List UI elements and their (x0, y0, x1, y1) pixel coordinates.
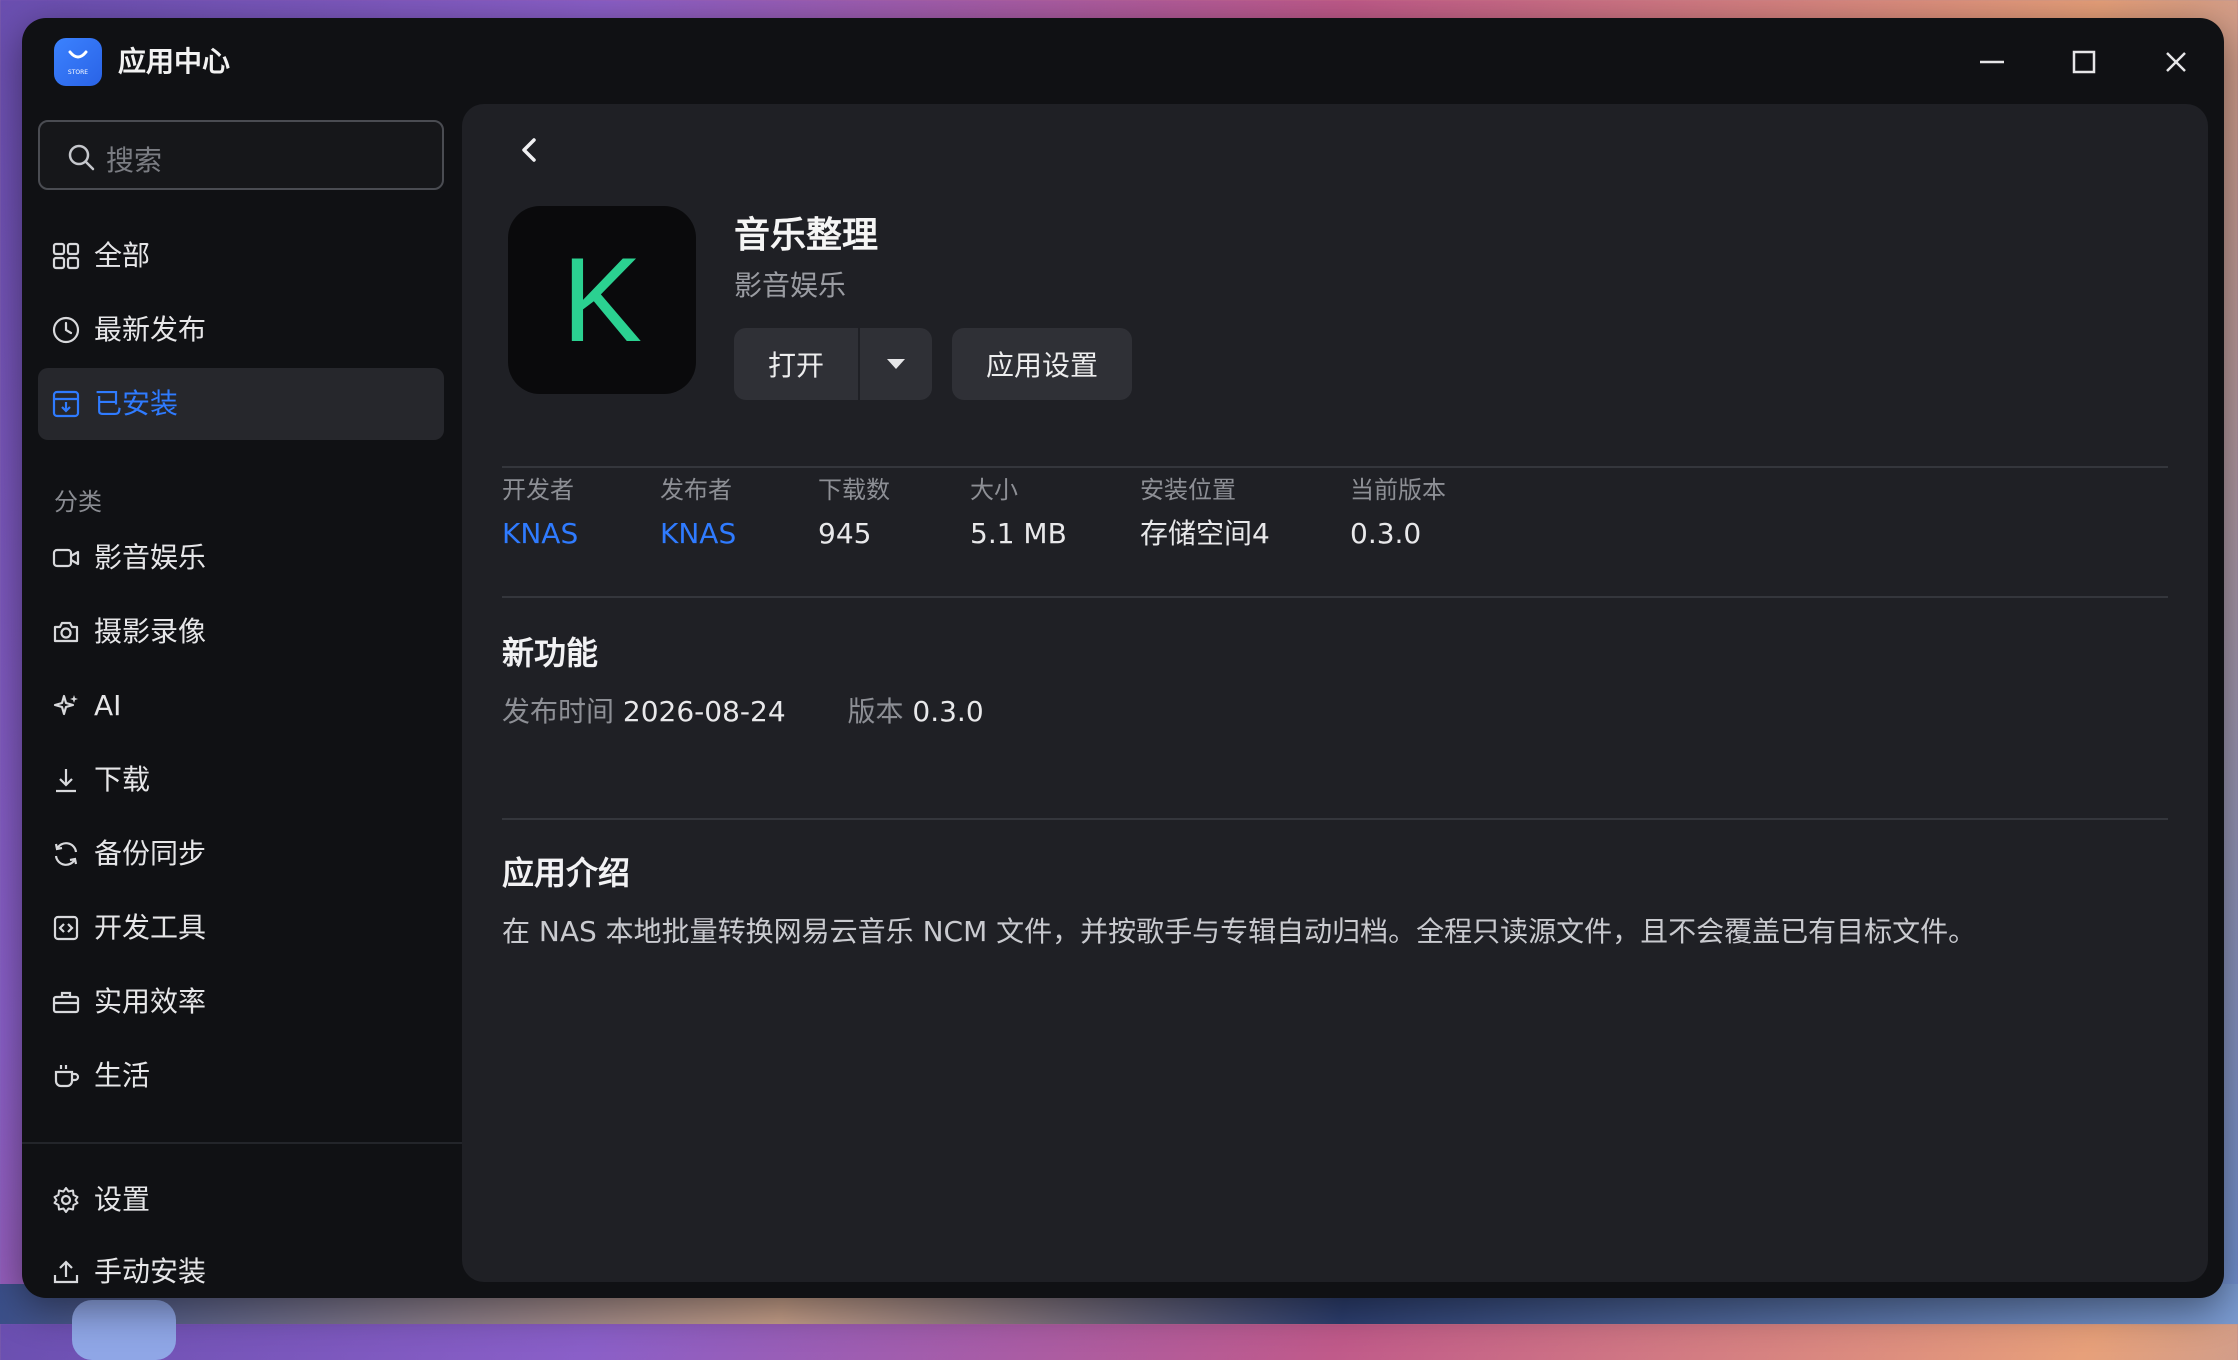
version-label: 版本 (847, 695, 904, 728)
manual-install-label: 手动安装 (94, 1255, 207, 1288)
nav-item-latest[interactable]: 最新发布 (38, 294, 444, 366)
category-label: AI (94, 689, 122, 722)
category-item-photo[interactable]: 摄影录像 (38, 596, 444, 668)
window-title: 应用中心 (118, 45, 231, 78)
upload-icon (53, 1260, 79, 1284)
app-name: 音乐整理 (734, 215, 879, 256)
cup-icon (54, 1065, 80, 1088)
category-label: 下载 (94, 763, 151, 796)
installed-icon (52, 390, 80, 418)
meta-value: 存储空间4 (1140, 517, 1270, 550)
category-item-ai[interactable]: AI (38, 670, 444, 742)
app-icon: K (508, 206, 696, 394)
meta-key: 大小 (970, 476, 1018, 504)
maximize-button[interactable] (2064, 42, 2104, 82)
sparkle-icon (53, 694, 78, 716)
category-item-life[interactable]: 生活 (38, 1040, 444, 1112)
version-value: 0.3.0 (912, 695, 984, 728)
app-settings-button[interactable]: 应用设置 (952, 328, 1132, 400)
meta-current-version: 当前版本 0.3.0 (1350, 474, 1446, 552)
gear-icon (53, 1187, 79, 1213)
app-category: 影音娱乐 (734, 269, 847, 302)
minimize-icon (1980, 60, 2004, 64)
video-icon (52, 548, 80, 568)
sync-icon (54, 842, 78, 866)
release-time-label: 发布时间 (502, 695, 615, 728)
category-item-backup[interactable]: 备份同步 (38, 818, 444, 890)
category-label: 影音娱乐 (94, 541, 207, 574)
toolbox-icon (52, 991, 80, 1014)
divider (502, 596, 2168, 598)
settings-label: 设置 (94, 1183, 151, 1216)
grid-icon (52, 242, 80, 270)
maximize-icon (2072, 50, 2096, 74)
category-label: 备份同步 (94, 837, 207, 870)
meta-developer: 开发者 KNAS (502, 474, 578, 552)
logo-text: STORE (68, 69, 88, 76)
open-button[interactable]: 打开 (734, 328, 858, 400)
category-section-label: 分类 (54, 488, 102, 516)
divider (502, 818, 2168, 820)
nav-label: 已安装 (94, 387, 179, 420)
meta-key: 安装位置 (1140, 476, 1236, 504)
store-logo-icon: STORE (54, 38, 102, 86)
nav-label: 最新发布 (94, 313, 207, 346)
meta-key: 发布者 (660, 476, 732, 504)
minimize-button[interactable] (1972, 42, 2012, 82)
whats-new-title: 新功能 (502, 634, 599, 672)
camera-icon (53, 621, 79, 643)
sidebar-item-manual-install[interactable]: 手动安装 (38, 1236, 444, 1298)
meta-key: 下载数 (818, 476, 890, 504)
meta-key: 开发者 (502, 476, 574, 504)
meta-publisher: 发布者 KNAS (660, 474, 736, 552)
app-detail-panel: K 音乐整理 影音娱乐 打开 应用设置 开发者 KNAS 发布者 KNAS 下载… (462, 104, 2208, 1282)
download-icon (56, 769, 76, 793)
meta-install-location: 安装位置 存储空间4 (1140, 474, 1270, 552)
desktop-app-icon[interactable] (72, 1300, 176, 1360)
nav-item-installed[interactable]: 已安装 (38, 368, 444, 440)
close-button[interactable] (2156, 42, 2196, 82)
release-time: 2026-08-24 (622, 695, 786, 728)
code-icon (53, 915, 79, 941)
meta-downloads: 下载数 945 (818, 474, 890, 552)
category-label: 摄影录像 (94, 615, 207, 648)
nav-item-all[interactable]: 全部 (38, 220, 444, 292)
chevron-left-icon (522, 138, 536, 162)
open-button-group: 打开 (734, 328, 932, 400)
search-input[interactable]: 搜索 (38, 120, 444, 190)
search-placeholder: 搜索 (106, 144, 163, 177)
app-center-window: STORE 应用中心 搜索 全部 最新发布 已安装 分类 影音娱乐 摄影录像 A… (22, 18, 2224, 1298)
search-icon (68, 144, 95, 171)
close-icon (2166, 52, 2186, 72)
category-item-media[interactable]: 影音娱乐 (38, 522, 444, 594)
divider (502, 466, 2168, 468)
open-options-dropdown[interactable] (860, 328, 932, 400)
intro-text: 在 NAS 本地批量转换网易云音乐 NCM 文件，并按歌手与专辑自动归档。全程只… (502, 915, 1977, 948)
intro-title: 应用介绍 (502, 854, 631, 892)
category-label: 开发工具 (94, 911, 207, 944)
title-bar: STORE 应用中心 (22, 18, 2224, 104)
meta-value: 0.3.0 (1350, 517, 1422, 550)
publisher-link[interactable]: KNAS (660, 516, 736, 552)
category-item-download[interactable]: 下载 (38, 744, 444, 816)
meta-key: 当前版本 (1350, 476, 1446, 504)
back-button[interactable] (512, 132, 548, 168)
category-label: 生活 (94, 1059, 151, 1092)
category-item-productivity[interactable]: 实用效率 (38, 966, 444, 1038)
category-label: 实用效率 (94, 985, 207, 1018)
clock-icon (52, 316, 80, 344)
meta-value: 945 (818, 517, 872, 550)
nav-label: 全部 (94, 239, 151, 272)
developer-link[interactable]: KNAS (502, 516, 578, 552)
meta-value: 5.1 MB (970, 517, 1067, 550)
meta-size: 大小 5.1 MB (970, 474, 1067, 552)
release-info: 发布时间 2026-08-24 版本 0.3.0 (502, 694, 984, 730)
category-item-devtools[interactable]: 开发工具 (38, 892, 444, 964)
sidebar: 搜索 全部 最新发布 已安装 分类 影音娱乐 摄影录像 AI 下载 备份同步 开… (22, 104, 462, 1298)
caret-down-icon (887, 359, 905, 369)
sidebar-item-settings[interactable]: 设置 (38, 1164, 444, 1236)
sidebar-divider (22, 1142, 462, 1144)
